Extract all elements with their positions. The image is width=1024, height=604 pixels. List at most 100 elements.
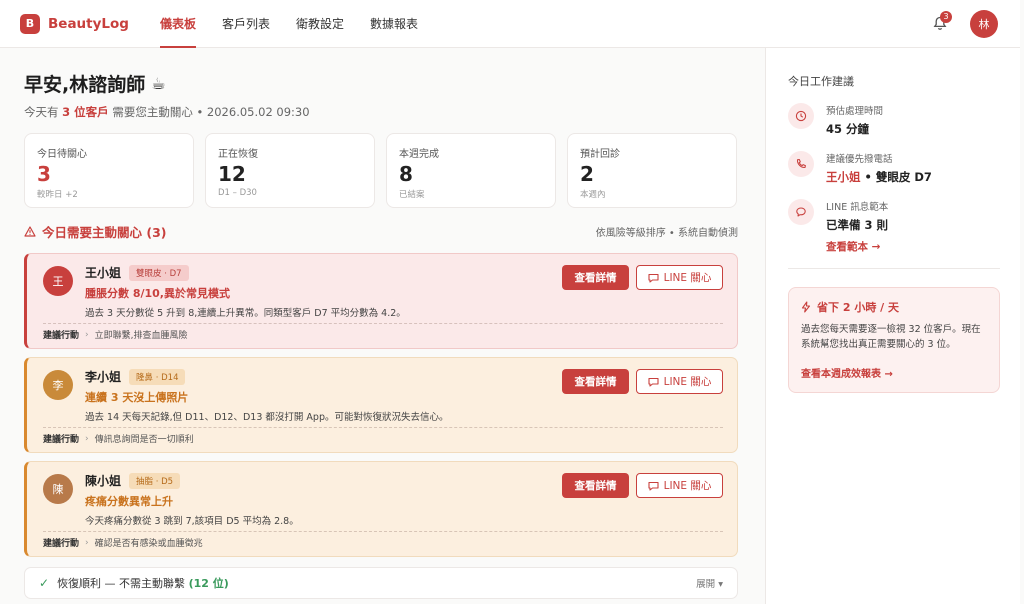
- suggested-action-text: 立即聯繫,排查血腫風險: [94, 331, 188, 341]
- subline-suffix: 需要您主動關心 • 2026.05.02 09:30: [112, 105, 310, 119]
- stat-card-revisit[interactable]: 預計回診 2 本週內: [567, 133, 737, 208]
- alert-headline: 腫脹分數 8/10,異於常見模式: [85, 287, 230, 300]
- suggestion-label: LINE 訊息範本: [826, 202, 889, 213]
- panel-title: 今日工作建議: [788, 75, 854, 88]
- warning-icon: [24, 226, 36, 237]
- coffee-icon: ☕: [151, 74, 166, 93]
- top-nav-bar: B BeautyLog 儀表板 客戶列表 衛教設定 數據報表 3 林: [0, 0, 1020, 48]
- suggested-action-text: 傳訊息詢問是否一切順利: [94, 435, 194, 445]
- alert-card: 李 李小姐 隆鼻 · D14 連續 3 天沒上傳照片 過去 14 天每天記錄,但…: [24, 357, 738, 453]
- client-avatar: 李: [43, 370, 73, 400]
- greeting-title: 早安,林諮詢師 ☕: [24, 70, 738, 97]
- suggestion-call: 建議優先撥電話 王小姐 • 雙眼皮 D7: [788, 151, 1000, 185]
- subline-prefix: 今天有: [24, 105, 59, 119]
- stat-value: 2: [580, 162, 594, 186]
- recovery-ok-bar[interactable]: ✓ 恢復順利 — 不需主動聯繫 (12 位) 展開 ▾: [24, 567, 738, 599]
- client-avatar: 王: [43, 266, 73, 296]
- user-avatar[interactable]: 林: [970, 9, 998, 38]
- nav-clients[interactable]: 客戶列表: [210, 0, 282, 48]
- nav-reports[interactable]: 數據報表: [358, 0, 430, 48]
- suggested-action-label: 建議行動: [43, 539, 80, 549]
- header-actions: 3 林: [930, 9, 998, 38]
- notification-bell-icon[interactable]: 3: [930, 10, 952, 34]
- time-saved-title-text: 省下 2 小時 / 天: [817, 301, 899, 314]
- card-divider: [43, 427, 723, 428]
- nav-education-settings[interactable]: 衛教設定: [284, 0, 356, 48]
- recovery-ok-count: (12 位): [188, 577, 229, 590]
- app-name: BeautyLog: [48, 15, 129, 32]
- chat-icon: [648, 481, 659, 491]
- alert-description: 今天疼痛分數從 3 跳到 7,該項目 D5 平均為 2.8。: [85, 516, 299, 527]
- chevron-down-icon: ▾: [718, 579, 723, 590]
- stat-note: D1 – D30: [218, 188, 257, 198]
- priority-client-name: 王小姐: [826, 170, 861, 184]
- time-saved-card: 省下 2 小時 / 天 過去您每天需要逐一檢視 32 位客戶。現在系統幫您找出真…: [788, 287, 1000, 393]
- line-contact-button[interactable]: LINE 關心: [636, 473, 723, 498]
- alert-description: 過去 3 天分數從 5 升到 8,連續上升異常。同類型客戶 D7 平均分數為 4…: [85, 308, 406, 319]
- procedure-tag: 抽脂 · D5: [129, 472, 181, 489]
- alert-description: 過去 14 天每天記錄,但 D11、D12、D13 都沒打開 App。可能對恢復…: [85, 412, 449, 423]
- logo-mark: B: [20, 13, 40, 34]
- expand-button[interactable]: 展開 ▾: [696, 576, 723, 590]
- stat-card-completed[interactable]: 本週完成 8 已結案: [386, 133, 556, 208]
- suggestion-line-templates: LINE 訊息範本 已準備 3 則 查看範本 →: [788, 199, 1000, 254]
- suggested-action: 建議行動 › 傳訊息詢問是否一切順利: [43, 432, 194, 446]
- stat-card-recovering[interactable]: 正在恢復 12 D1 – D30: [205, 133, 375, 208]
- time-saved-description: 過去您每天需要逐一檢視 32 位客戶。現在系統幫您找出真正需要關心的 3 位。: [801, 324, 981, 350]
- view-details-button[interactable]: 查看詳情: [562, 473, 629, 498]
- chat-icon: [648, 273, 659, 283]
- nav-dashboard[interactable]: 儀表板: [148, 0, 208, 48]
- suggested-action-label: 建議行動: [43, 331, 80, 341]
- client-name[interactable]: 李小姐: [85, 368, 121, 385]
- suggestion-label: 預估處理時間: [826, 106, 884, 117]
- alert-card: 王 王小姐 雙眼皮 · D7 腫脹分數 8/10,異於常見模式 過去 3 天分數…: [24, 253, 738, 349]
- chevron-right-icon: ›: [85, 329, 89, 340]
- client-name[interactable]: 陳小姐: [85, 472, 121, 489]
- alerts-section-note: 依風險等級排序 • 系統自動偵測: [595, 228, 738, 239]
- alert-card: 陳 陳小姐 抽脂 · D5 疼痛分數異常上升 今天疼痛分數從 3 跳到 7,該項…: [24, 461, 738, 557]
- chevron-right-icon: ›: [85, 433, 89, 444]
- suggested-action: 建議行動 › 立即聯繫,排查血腫風險: [43, 328, 188, 342]
- stats-row: 今日待關心 3 較昨日 +2 正在恢復 12 D1 – D30 本週完成 8 已…: [24, 133, 738, 208]
- stat-value: 12: [218, 162, 246, 186]
- alerts-section-title: 今日需要主動關心 (3): [24, 222, 166, 241]
- app-logo[interactable]: B BeautyLog: [20, 13, 148, 34]
- suggestion-value: 45 分鐘: [826, 122, 870, 136]
- stat-note: 已結案: [399, 190, 425, 200]
- line-contact-label: LINE 關心: [663, 376, 712, 388]
- main-content: 早安,林諮詢師 ☕ 今天有 3 位客戶 需要您主動關心 • 2026.05.02…: [24, 48, 738, 604]
- suggested-action-text: 確認是否有感染或血腫徵兆: [94, 539, 203, 549]
- suggestion-time: 預估處理時間 45 分鐘: [788, 103, 1000, 137]
- greeting-text: 早安,林諮詢師: [24, 74, 146, 96]
- main-nav: 儀表板 客戶列表 衛教設定 數據報表: [148, 0, 432, 48]
- check-icon: ✓: [39, 576, 50, 590]
- suggestion-value[interactable]: 王小姐 • 雙眼皮 D7: [826, 169, 932, 185]
- recovery-ok-text: 恢復順利 — 不需主動聯繫 (12 位): [57, 575, 229, 591]
- suggested-action: 建議行動 › 確認是否有感染或血腫徵兆: [43, 536, 203, 550]
- chevron-right-icon: ›: [85, 537, 89, 548]
- line-contact-button[interactable]: LINE 關心: [636, 369, 723, 394]
- line-contact-button[interactable]: LINE 關心: [636, 265, 723, 290]
- stat-value: 3: [37, 162, 51, 186]
- alert-headline: 連續 3 天沒上傳照片: [85, 391, 189, 404]
- stat-label: 正在恢復: [218, 149, 258, 160]
- procedure-tag: 雙眼皮 · D7: [129, 264, 189, 281]
- card-divider: [43, 531, 723, 532]
- chat-icon: [648, 377, 659, 387]
- greeting-subline: 今天有 3 位客戶 需要您主動關心 • 2026.05.02 09:30: [24, 104, 738, 120]
- weekly-report-link[interactable]: 查看本週成效報表 →: [801, 365, 987, 380]
- procedure-tag: 隆鼻 · D14: [129, 368, 186, 385]
- stat-note: 本週內: [580, 190, 606, 200]
- alerts-section-title-text: 今日需要主動關心 (3): [42, 225, 167, 240]
- view-templates-link[interactable]: 查看範本 →: [826, 239, 888, 254]
- stat-card-pending[interactable]: 今日待關心 3 較昨日 +2: [24, 133, 194, 208]
- clock-icon: [788, 103, 814, 129]
- expand-label: 展開: [696, 579, 716, 590]
- time-saved-title: 省下 2 小時 / 天: [801, 299, 987, 315]
- phone-icon: [788, 151, 814, 177]
- view-details-button[interactable]: 查看詳情: [562, 369, 629, 394]
- view-details-button[interactable]: 查看詳情: [562, 265, 629, 290]
- stat-label: 本週完成: [399, 149, 439, 160]
- subline-highlight: 3 位客戶: [62, 105, 109, 119]
- client-name[interactable]: 王小姐: [85, 264, 121, 281]
